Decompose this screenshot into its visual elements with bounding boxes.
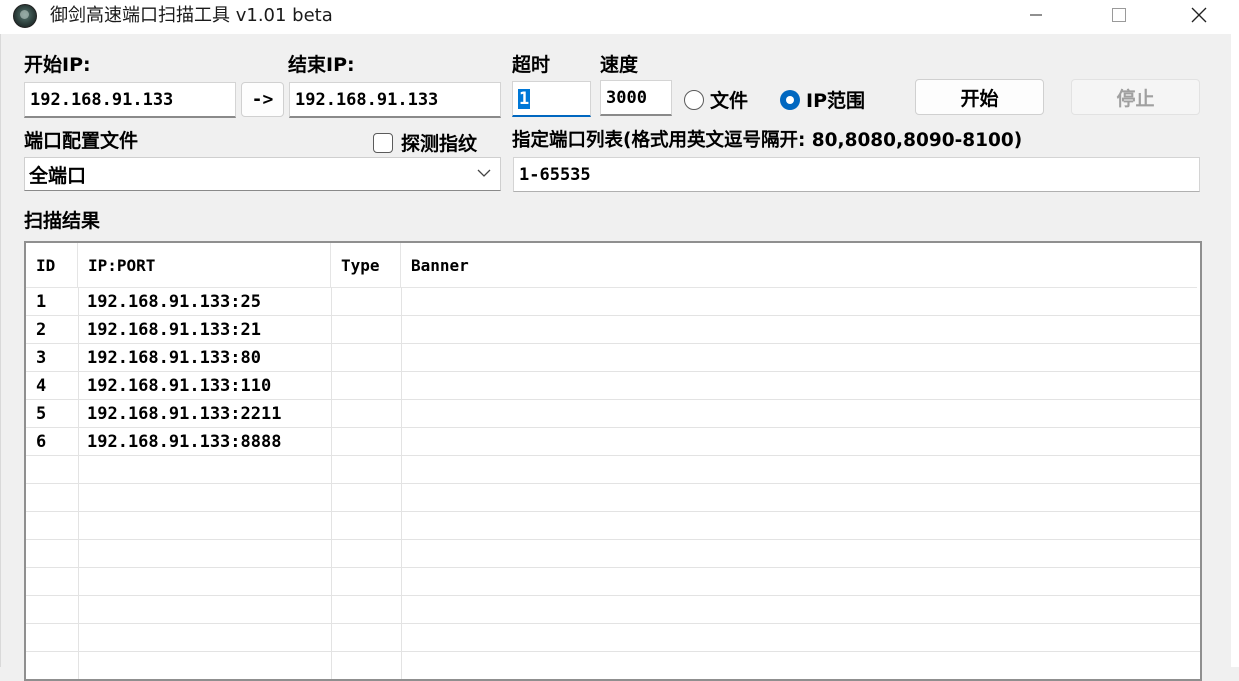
window-edge: [1231, 34, 1239, 667]
cell-id: 1: [36, 291, 47, 312]
start-button[interactable]: 开始: [915, 79, 1044, 115]
empty-table-row: [26, 512, 1200, 540]
column-header-banner[interactable]: Banner: [401, 243, 1198, 287]
speed-label: 速度: [600, 54, 639, 76]
app-icon: [13, 4, 37, 28]
cell-ip-port: 192.168.91.133:2211: [87, 403, 282, 424]
timeout-input[interactable]: 1: [512, 81, 591, 117]
probe-fingerprint-box: [373, 132, 393, 153]
minimize-icon: [1030, 14, 1042, 16]
cell-id: 4: [36, 375, 47, 396]
cell-ip-port: 192.168.91.133:110: [87, 375, 272, 396]
table-row[interactable]: 5 192.168.91.133:2211: [26, 400, 1200, 428]
port-list-input[interactable]: 1-65535: [513, 157, 1200, 192]
results-table[interactable]: ID IP:PORT Type Banner 1 192.168.91.133:2…: [24, 241, 1202, 681]
port-config-label: 端口配置文件: [24, 130, 139, 152]
close-button[interactable]: [1176, 0, 1222, 30]
cell-type: [331, 428, 401, 455]
cell-type: [331, 372, 401, 399]
cell-ip-port: 192.168.91.133:8888: [87, 431, 282, 452]
cell-type: [331, 344, 401, 371]
timeout-value: 1: [518, 88, 531, 109]
port-config-value: 全端口: [29, 164, 87, 187]
empty-table-row: [26, 456, 1200, 484]
radio-file-label: 文件: [710, 90, 749, 112]
chevron-down-icon: [477, 169, 491, 177]
column-header-id[interactable]: ID: [26, 243, 78, 287]
empty-table-row: [26, 624, 1200, 652]
cell-banner: [401, 428, 1198, 455]
cell-ip-port: 192.168.91.133:25: [87, 291, 261, 312]
cell-ip-port: 192.168.91.133:80: [87, 347, 261, 368]
empty-table-row: [26, 484, 1200, 512]
cell-type: [331, 316, 401, 343]
maximize-button[interactable]: [1096, 0, 1142, 30]
cell-ip-port: 192.168.91.133:21: [87, 319, 261, 340]
cell-id: 2: [36, 319, 47, 340]
cell-banner: [401, 400, 1198, 427]
radio-ip-range[interactable]: IP范围: [780, 86, 865, 113]
radio-file-indicator: [684, 89, 704, 110]
cell-banner: [401, 288, 1198, 315]
cell-banner: [401, 372, 1198, 399]
table-row[interactable]: 4 192.168.91.133:110: [26, 372, 1200, 400]
cell-type: [331, 288, 401, 315]
table-row[interactable]: 3 192.168.91.133:80: [26, 344, 1200, 372]
port-list-label: 指定端口列表(格式用英文逗号隔开: 80,8080,8090-8100): [512, 130, 1023, 151]
cell-banner: [401, 344, 1198, 371]
copy-ip-arrow-button[interactable]: ->: [241, 82, 284, 117]
table-row[interactable]: 1 192.168.91.133:25: [26, 288, 1200, 316]
cell-banner: [401, 316, 1198, 343]
timeout-label: 超时: [512, 54, 551, 76]
window-title: 御剑高速端口扫描工具 v1.01 beta: [50, 5, 333, 26]
close-icon: [1191, 7, 1207, 23]
results-label: 扫描结果: [24, 210, 101, 232]
start-ip-label: 开始IP:: [24, 54, 91, 76]
empty-table-row: [26, 652, 1200, 679]
cell-type: [331, 400, 401, 427]
cell-id: 5: [36, 403, 47, 424]
cell-id: 6: [36, 431, 47, 452]
radio-ip-range-label: IP范围: [806, 90, 865, 112]
minimize-button[interactable]: [1013, 0, 1059, 30]
empty-table-row: [26, 568, 1200, 596]
column-header-ip-port[interactable]: IP:PORT: [78, 243, 331, 287]
empty-table-row: [26, 540, 1200, 568]
stop-button[interactable]: 停止: [1071, 79, 1200, 115]
end-ip-label: 结束IP:: [288, 54, 355, 76]
port-config-select[interactable]: 全端口: [24, 157, 501, 191]
table-row[interactable]: 2 192.168.91.133:21: [26, 316, 1200, 344]
empty-table-row: [26, 596, 1200, 624]
column-header-type[interactable]: Type: [331, 243, 401, 287]
cell-id: 3: [36, 347, 47, 368]
speed-input[interactable]: 3000: [600, 80, 672, 116]
results-table-header: ID IP:PORT Type Banner: [26, 243, 1200, 288]
radio-file[interactable]: 文件: [684, 86, 748, 113]
start-ip-input[interactable]: 192.168.91.133: [24, 82, 236, 118]
maximize-icon: [1112, 8, 1126, 22]
probe-fingerprint-label: 探测指纹: [401, 133, 478, 155]
probe-fingerprint-checkbox[interactable]: 探测指纹: [373, 129, 477, 156]
title-bar: 御剑高速端口扫描工具 v1.01 beta: [0, 0, 1239, 34]
radio-ip-range-indicator: [780, 89, 800, 110]
table-row[interactable]: 6 192.168.91.133:8888: [26, 428, 1200, 456]
end-ip-input[interactable]: 192.168.91.133: [289, 82, 501, 118]
